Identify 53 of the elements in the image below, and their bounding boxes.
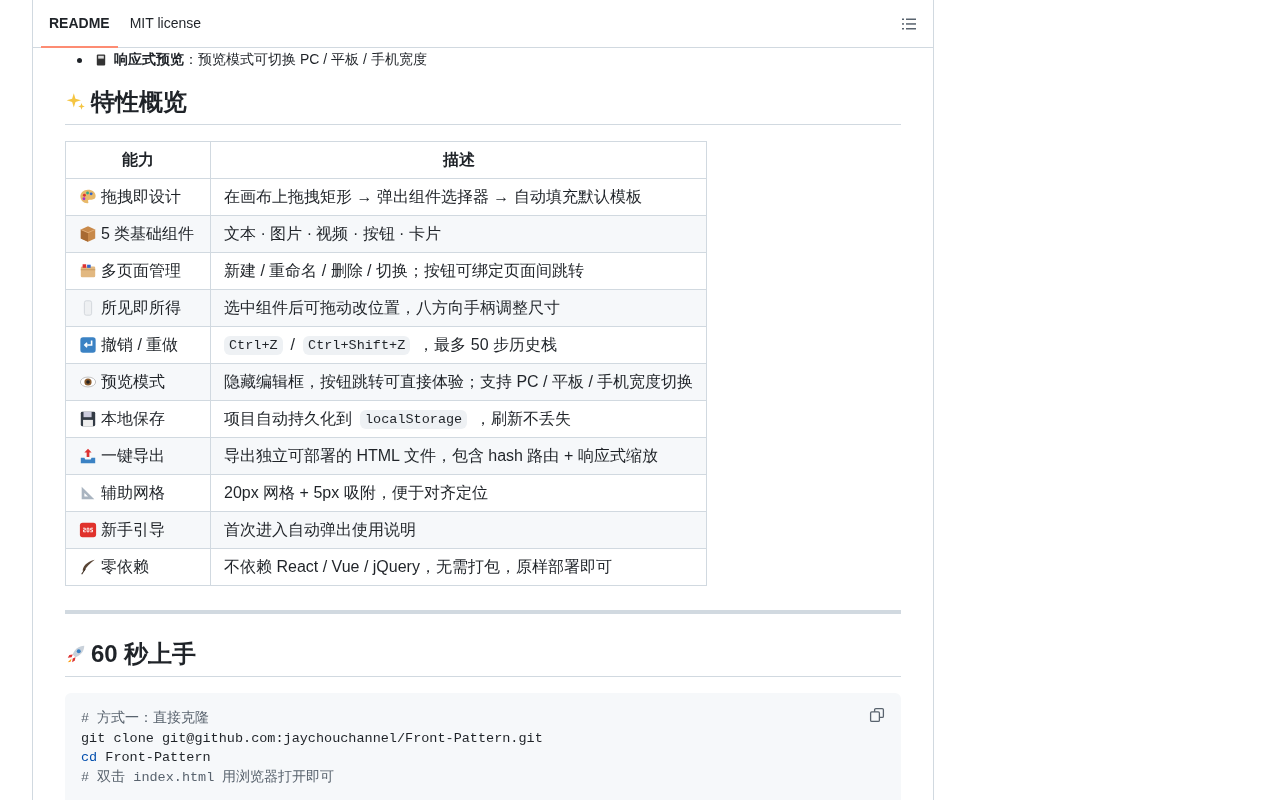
feature-description: / — [290, 336, 296, 354]
inline-code: Ctrl+Shift+Z — [303, 335, 411, 355]
palette-icon — [79, 188, 97, 206]
triangle-ruler-icon — [79, 484, 97, 502]
undo-icon — [79, 336, 97, 354]
feature-name: 一键导出 — [101, 445, 165, 466]
feature-description: 文本 · 图片 · 视频 · 按钮 · 卡片 — [224, 223, 441, 244]
feature-name: 撤销 / 重做 — [101, 334, 179, 355]
column-header: 描述 — [210, 141, 707, 179]
sparkles-icon — [65, 91, 87, 113]
feature-name: 拖拽即设计 — [101, 186, 181, 207]
feature-name: 所见即所得 — [101, 297, 181, 318]
feature-description: 隐藏编辑框，按钮跳转可直接体验；支持 PC / 平板 / 手机宽度切换 — [224, 371, 694, 392]
feature-description: 20px 网格 + 5px 吸附，便于对齐定位 — [224, 482, 488, 503]
feature-name: 5 类基础组件 — [101, 223, 195, 244]
feature-name: 零依赖 — [101, 556, 149, 577]
feature-name: 辅助网格 — [101, 482, 165, 503]
code-keyword: cd — [81, 750, 98, 765]
outbox-tray-icon — [79, 447, 97, 465]
code-comment: # 方式一：直接克隆 — [81, 711, 210, 726]
feature-description: 在画布上拖拽矩形 → 弹出组件选择器 → 自动填充默认模板 — [224, 186, 642, 207]
feature-description: 不依赖 React / Vue / jQuery，无需打包，原样部署即可 — [224, 556, 612, 577]
calculator-icon — [94, 53, 108, 67]
tab[interactable]: MIT license — [121, 0, 209, 48]
feature-name: 本地保存 — [101, 408, 165, 429]
section-heading: 60 秒上手 — [91, 639, 197, 669]
feature-description: ，刷新不丢失 — [475, 408, 572, 429]
code-text: git clone git@github.com:jaychouchannel/Front-Pattern.git — [81, 730, 543, 746]
feature-name: 预览模式 — [101, 371, 165, 392]
inline-code: localStorage — [360, 409, 468, 429]
feature-description: 选中组件后可拖动改位置，八方向手柄调整尺寸 — [224, 297, 560, 318]
feature-name: 新手引导 — [101, 519, 165, 540]
sos-icon — [79, 521, 97, 539]
tab[interactable]: README — [41, 0, 118, 48]
section-heading: 特性概览 — [91, 87, 187, 117]
inline-code: Ctrl+Z — [224, 335, 283, 355]
bullet-icon — [77, 57, 82, 63]
feature-description: 新建 / 重命名 / 删除 / 切换；按钮可绑定页面间跳转 — [224, 260, 584, 281]
feature-description: 项目自动持久化到 — [224, 408, 352, 429]
code-comment: # 双击 index.html 用浏览器打开即可 — [81, 769, 335, 785]
feature-description: 首次进入自动弹出使用说明 — [224, 519, 416, 540]
copy-icon[interactable] — [869, 707, 885, 723]
package-icon — [79, 225, 97, 243]
column-header: 能力 — [65, 141, 211, 179]
rocket-icon — [65, 643, 87, 665]
folders-icon — [79, 262, 97, 280]
code-text: Front-Pattern — [104, 750, 211, 765]
feature-name: 多页面管理 — [101, 260, 181, 281]
eye-icon — [79, 373, 97, 391]
list-item-text: 响应式预览：预览模式可切换 PC / 平板 / 手机宽度 — [114, 51, 427, 69]
feature-description: 导出独立可部署的 HTML 文件，包含 hash 路由 + 响应式缩放 — [224, 445, 658, 466]
feather-icon — [79, 558, 97, 576]
feature-description: ，最多 50 步历史栈 — [418, 334, 557, 355]
